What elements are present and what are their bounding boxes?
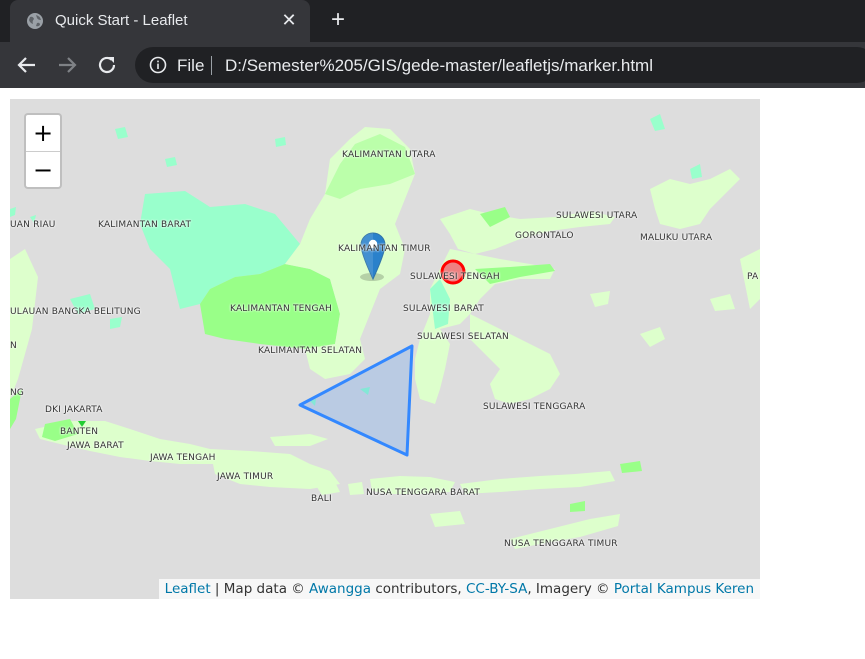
sumatra-land — [10, 249, 38, 399]
map-label: BANTEN — [60, 427, 99, 437]
license-link[interactable]: CC-BY-SA — [466, 581, 527, 597]
tab-title: Quick Start - Leaflet — [55, 12, 188, 29]
map-label: BALI — [311, 494, 332, 504]
lombok-land — [348, 482, 364, 495]
zoom-in-button[interactable]: + — [26, 115, 60, 152]
map-label: JAWA TENGAH — [150, 453, 216, 463]
close-icon[interactable]: ✕ — [280, 11, 298, 29]
awangga-link[interactable]: Awangga — [309, 581, 371, 597]
map-label: SULAWESI TENGGARA — [483, 402, 586, 412]
browser-toolbar: File D:/Semester%205/GIS/gede-master/lea… — [0, 42, 865, 88]
zoom-control: + − — [24, 113, 62, 189]
portal-link[interactable]: Portal Kampus Keren — [614, 581, 754, 597]
globe-icon — [27, 13, 43, 29]
leaflet-map[interactable]: KALIMANTAN UTARA UAN RIAU KALIMANTAN BAR… — [10, 99, 760, 599]
maluku-islands-north — [650, 114, 702, 179]
map-label: KALIMANTAN SELATAN — [258, 346, 363, 356]
map-label: SULAWESI TENGAH — [410, 272, 500, 282]
map-label: UAN RIAU — [10, 220, 56, 230]
map-label: NUSA TENGGARA TIMUR — [504, 539, 618, 549]
info-icon[interactable] — [149, 56, 167, 74]
map-label: NUSA TENGGARA BARAT — [366, 488, 481, 498]
maluku-islands-south — [590, 291, 735, 347]
map-label: SULAWESI UTARA — [556, 211, 638, 221]
attribution-text: | Map data © — [210, 581, 310, 597]
map-label: MALUKU UTARA — [640, 233, 713, 243]
map-label: KALIMANTAN TIMUR — [338, 244, 431, 254]
map-label: ULAUAN BANGKA BELITUNG — [10, 307, 141, 317]
map-label: NG — [10, 388, 25, 398]
url-scheme: File — [177, 56, 205, 75]
back-arrow-icon[interactable] — [14, 52, 40, 78]
map-label: GORONTALO — [515, 231, 574, 241]
url-text[interactable]: D:/Semester%205/GIS/gede-master/leafletj… — [225, 56, 653, 76]
attribution-text: , Imagery © — [527, 581, 614, 597]
map-attribution: Leaflet | Map data © Awangga contributor… — [158, 579, 760, 599]
address-bar[interactable]: File D:/Semester%205/GIS/gede-master/lea… — [135, 47, 865, 83]
attribution-text: contributors, — [371, 581, 466, 597]
flores-land — [460, 471, 615, 494]
zoom-out-button[interactable]: − — [26, 152, 60, 188]
map-label: N — [10, 341, 17, 351]
map-label: JAWA TIMUR — [217, 472, 274, 482]
map-label: PA — [747, 272, 759, 282]
map-label: KALIMANTAN UTARA — [342, 150, 436, 160]
sumba-land — [430, 511, 465, 527]
map-basemap — [10, 114, 760, 549]
browser-tab[interactable]: Quick Start - Leaflet ✕ — [10, 0, 310, 42]
map-label: KALIMANTAN BARAT — [98, 220, 192, 230]
url-separator — [211, 56, 212, 75]
forward-arrow-icon[interactable] — [54, 52, 80, 78]
leaflet-link[interactable]: Leaflet — [165, 581, 211, 597]
new-tab-button[interactable]: + — [327, 8, 349, 32]
java-central-east-land — [210, 449, 340, 489]
map-label: JAWA BARAT — [67, 441, 124, 451]
map-label: KALIMANTAN TENGAH — [230, 304, 332, 314]
north-islands — [115, 127, 286, 167]
map-label: SULAWESI SELATAN — [417, 332, 509, 342]
reload-icon[interactable] — [94, 52, 120, 78]
map-label: SULAWESI BARAT — [403, 304, 484, 314]
sulawesi-southeast-arm — [470, 314, 560, 404]
browser-tab-strip: Quick Start - Leaflet ✕ + — [0, 0, 865, 42]
madura-land — [270, 434, 328, 446]
map-label: DKI JAKARTA — [45, 405, 103, 415]
